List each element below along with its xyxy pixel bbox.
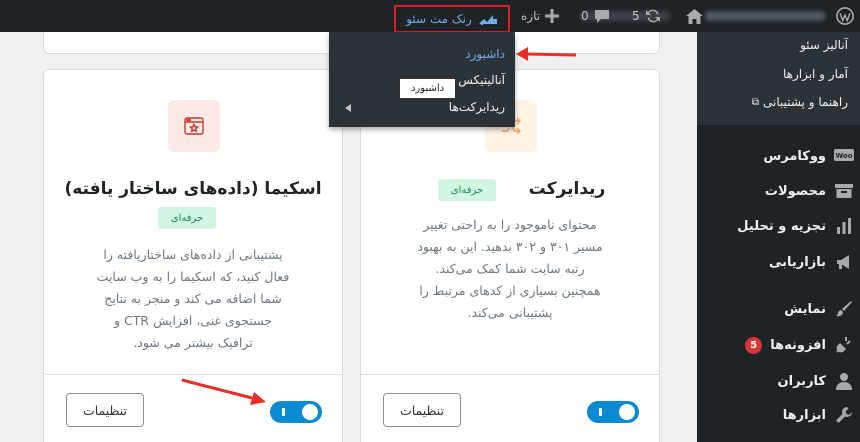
submenu-arrow-icon — [345, 104, 351, 112]
redirect-pro-badge: حرفه‌ای — [438, 179, 496, 201]
submenu-status-tools[interactable]: آمار و ابزارها — [783, 67, 848, 81]
megaphone-icon — [834, 252, 854, 272]
admin-bar: 5 0 تازه رنک مث سئو — [0, 0, 860, 33]
home-icon — [686, 8, 703, 24]
archive-icon — [834, 181, 854, 201]
redirect-card-footer: تنظیمات — [361, 374, 659, 442]
external-link-icon: ⧉ — [751, 96, 759, 108]
schema-title: اسکیما (داده‌های ساختار یافته) — [64, 179, 322, 199]
rank-math-submenu: آنالیز سئو آمار و ابزارها راهنما و پشتیب… — [697, 32, 860, 125]
wp-logo[interactable] — [836, 0, 854, 32]
menu-appearance[interactable]: نمایش — [784, 299, 854, 319]
dropdown-item-analytics[interactable]: آنالیتیکس — [458, 73, 505, 91]
updates-link[interactable]: 5 — [632, 0, 661, 32]
menu-users[interactable]: کاربران — [778, 371, 854, 391]
plugins-update-badge: 5 — [745, 336, 763, 354]
admin-sidebar: آنالیز سئو آمار و ابزارها راهنما و پشتیب… — [697, 32, 860, 442]
submenu-help-support[interactable]: راهنما و پشتیبانی ⧉ — [752, 95, 848, 109]
redirect-toggle[interactable] — [587, 401, 639, 423]
rank-math-logo-icon — [478, 15, 497, 25]
schema-settings-button[interactable]: تنظیمات — [66, 393, 144, 427]
menu-products[interactable]: محصولات — [765, 181, 854, 201]
user-icon — [834, 371, 854, 391]
schema-icon — [168, 100, 220, 152]
submenu-seo-analysis[interactable]: آنالیز سئو — [800, 38, 848, 52]
redirect-title: ریدایرکت — [528, 179, 606, 199]
card-above-left — [43, 32, 343, 54]
menu-marketing[interactable]: بازاریابی — [769, 252, 854, 272]
rank-math-menu[interactable]: رنک مث سئو — [394, 5, 510, 33]
plugin-icon — [834, 335, 854, 355]
schema-toggle[interactable] — [270, 401, 322, 423]
site-name-blurred — [705, 11, 825, 21]
refresh-icon — [645, 9, 660, 23]
woo-icon: Woo — [834, 146, 854, 166]
wrench-icon — [834, 405, 854, 425]
dashboard-tooltip: داشبورد — [399, 78, 456, 99]
bar-chart-icon — [834, 216, 854, 236]
annotation-arrow-toggle — [181, 378, 266, 405]
menu-plugins[interactable]: افزونه‌ها 5 — [745, 335, 854, 355]
wordpress-icon — [836, 7, 854, 25]
menu-analytics[interactable]: تجزیه و تحلیل — [737, 216, 854, 236]
annotation-arrow-dashboard — [516, 47, 576, 61]
comments-link[interactable]: 0 — [581, 0, 610, 32]
dropdown-item-dashboard[interactable]: داشبورد — [465, 47, 505, 65]
redirect-description: محتوای ناموجود را به راحتی تغییر مسیر ۳۰… — [417, 217, 603, 320]
new-content-link[interactable]: تازه — [521, 0, 560, 32]
menu-woocommerce[interactable]: Woo ووکامرس — [763, 146, 854, 166]
brush-icon — [834, 299, 854, 319]
schema-pro-badge: حرفه‌ای — [158, 207, 216, 229]
dropdown-item-redirections[interactable]: ریدایرکت‌ها — [449, 100, 505, 118]
redirect-settings-button[interactable]: تنظیمات — [383, 393, 461, 427]
svg-text:Woo: Woo — [835, 152, 852, 160]
menu-tools[interactable]: ابزارها — [783, 405, 854, 425]
comment-icon — [594, 9, 609, 23]
plus-icon — [545, 9, 560, 23]
site-name[interactable] — [686, 0, 703, 32]
schema-description: پشتیبانی از داده‌های ساختاریافته را فعال… — [96, 247, 290, 350]
